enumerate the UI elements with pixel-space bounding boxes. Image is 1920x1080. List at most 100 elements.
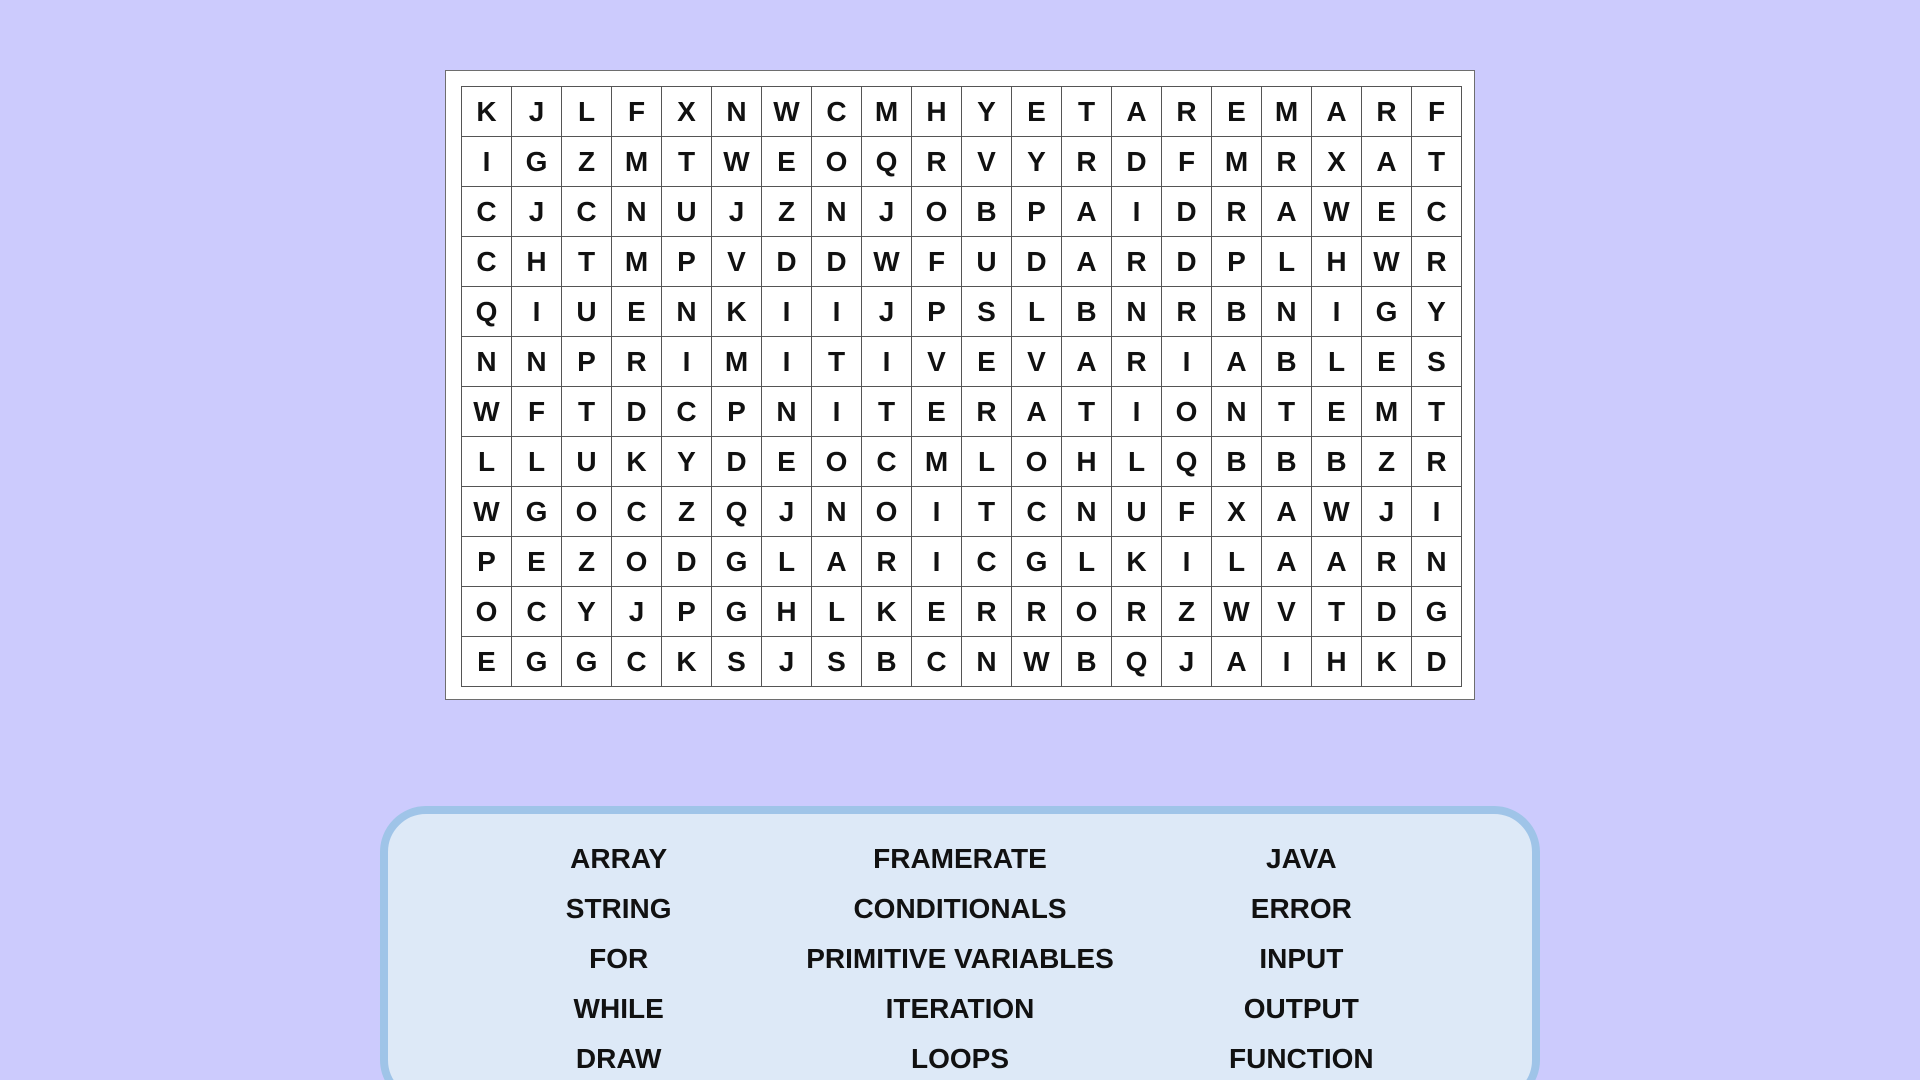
grid-cell[interactable]: P <box>1012 187 1062 237</box>
grid-cell[interactable]: T <box>1062 87 1112 137</box>
grid-cell[interactable]: A <box>1212 337 1262 387</box>
grid-cell[interactable]: C <box>662 387 712 437</box>
grid-cell[interactable]: J <box>512 187 562 237</box>
grid-cell[interactable]: E <box>1362 337 1412 387</box>
grid-cell[interactable]: O <box>1012 437 1062 487</box>
grid-cell[interactable]: D <box>1012 237 1062 287</box>
grid-cell[interactable]: V <box>962 137 1012 187</box>
grid-cell[interactable]: H <box>1062 437 1112 487</box>
grid-cell[interactable]: A <box>812 537 862 587</box>
grid-cell[interactable]: F <box>912 237 962 287</box>
grid-cell[interactable]: P <box>462 537 512 587</box>
grid-cell[interactable]: M <box>1262 87 1312 137</box>
grid-cell[interactable]: R <box>1112 587 1162 637</box>
grid-cell[interactable]: N <box>812 487 862 537</box>
grid-cell[interactable]: I <box>1162 537 1212 587</box>
grid-cell[interactable]: A <box>1062 237 1112 287</box>
grid-cell[interactable]: D <box>762 237 812 287</box>
grid-cell[interactable]: R <box>862 537 912 587</box>
grid-cell[interactable]: O <box>812 137 862 187</box>
grid-cell[interactable]: M <box>1212 137 1262 187</box>
grid-cell[interactable]: G <box>512 487 562 537</box>
grid-cell[interactable]: Q <box>462 287 512 337</box>
grid-cell[interactable]: I <box>512 287 562 337</box>
grid-cell[interactable]: N <box>1062 487 1112 537</box>
grid-cell[interactable]: N <box>462 337 512 387</box>
grid-cell[interactable]: H <box>762 587 812 637</box>
grid-cell[interactable]: W <box>462 487 512 537</box>
grid-cell[interactable]: I <box>462 137 512 187</box>
grid-cell[interactable]: W <box>712 137 762 187</box>
grid-cell[interactable]: P <box>662 237 712 287</box>
grid-cell[interactable]: F <box>612 87 662 137</box>
grid-cell[interactable]: I <box>862 337 912 387</box>
grid-cell[interactable]: C <box>1412 187 1462 237</box>
grid-cell[interactable]: U <box>562 287 612 337</box>
grid-cell[interactable]: Q <box>1162 437 1212 487</box>
grid-cell[interactable]: D <box>1162 187 1212 237</box>
grid-cell[interactable]: G <box>712 587 762 637</box>
grid-cell[interactable]: I <box>662 337 712 387</box>
grid-cell[interactable]: U <box>662 187 712 237</box>
grid-cell[interactable]: F <box>1412 87 1462 137</box>
grid-cell[interactable]: L <box>1212 537 1262 587</box>
grid-cell[interactable]: A <box>1062 337 1112 387</box>
grid-cell[interactable]: N <box>1412 537 1462 587</box>
grid-cell[interactable]: Q <box>862 137 912 187</box>
grid-cell[interactable]: T <box>862 387 912 437</box>
grid-cell[interactable]: N <box>1262 287 1312 337</box>
grid-cell[interactable]: A <box>1312 537 1362 587</box>
grid-cell[interactable]: E <box>462 637 512 687</box>
grid-cell[interactable]: A <box>1312 87 1362 137</box>
grid-cell[interactable]: A <box>1212 637 1262 687</box>
grid-cell[interactable]: N <box>962 637 1012 687</box>
grid-cell[interactable]: T <box>962 487 1012 537</box>
grid-cell[interactable]: K <box>612 437 662 487</box>
grid-cell[interactable]: P <box>562 337 612 387</box>
grid-cell[interactable]: Q <box>712 487 762 537</box>
grid-cell[interactable]: I <box>912 537 962 587</box>
grid-cell[interactable]: S <box>1412 337 1462 387</box>
grid-cell[interactable]: J <box>762 487 812 537</box>
grid-cell[interactable]: L <box>562 87 612 137</box>
grid-cell[interactable]: G <box>1362 287 1412 337</box>
grid-cell[interactable]: F <box>1162 137 1212 187</box>
grid-cell[interactable]: B <box>1062 287 1112 337</box>
grid-cell[interactable]: C <box>562 187 612 237</box>
grid-cell[interactable]: R <box>1012 587 1062 637</box>
grid-cell[interactable]: S <box>812 637 862 687</box>
grid-cell[interactable]: W <box>1012 637 1062 687</box>
grid-cell[interactable]: U <box>1112 487 1162 537</box>
grid-cell[interactable]: N <box>662 287 712 337</box>
grid-cell[interactable]: D <box>712 437 762 487</box>
grid-cell[interactable]: D <box>612 387 662 437</box>
grid-cell[interactable]: N <box>812 187 862 237</box>
grid-cell[interactable]: L <box>762 537 812 587</box>
grid-cell[interactable]: L <box>1262 237 1312 287</box>
grid-cell[interactable]: M <box>612 237 662 287</box>
grid-cell[interactable]: L <box>1062 537 1112 587</box>
grid-cell[interactable]: P <box>1212 237 1262 287</box>
grid-cell[interactable]: X <box>1212 487 1262 537</box>
grid-cell[interactable]: Z <box>1162 587 1212 637</box>
grid-cell[interactable]: Z <box>562 137 612 187</box>
grid-cell[interactable]: E <box>912 587 962 637</box>
grid-cell[interactable]: B <box>1212 287 1262 337</box>
grid-cell[interactable]: R <box>1362 87 1412 137</box>
grid-cell[interactable]: Y <box>1012 137 1062 187</box>
grid-cell[interactable]: Z <box>562 537 612 587</box>
grid-cell[interactable]: Y <box>562 587 612 637</box>
grid-cell[interactable]: W <box>1362 237 1412 287</box>
grid-cell[interactable]: Y <box>1412 287 1462 337</box>
grid-cell[interactable]: J <box>1362 487 1412 537</box>
grid-cell[interactable]: E <box>612 287 662 337</box>
grid-cell[interactable]: R <box>1112 237 1162 287</box>
grid-cell[interactable]: R <box>1262 137 1312 187</box>
grid-cell[interactable]: O <box>612 537 662 587</box>
grid-cell[interactable]: E <box>762 437 812 487</box>
grid-cell[interactable]: R <box>1362 537 1412 587</box>
grid-cell[interactable]: W <box>462 387 512 437</box>
grid-cell[interactable]: X <box>1312 137 1362 187</box>
grid-cell[interactable]: I <box>812 387 862 437</box>
grid-cell[interactable]: L <box>962 437 1012 487</box>
